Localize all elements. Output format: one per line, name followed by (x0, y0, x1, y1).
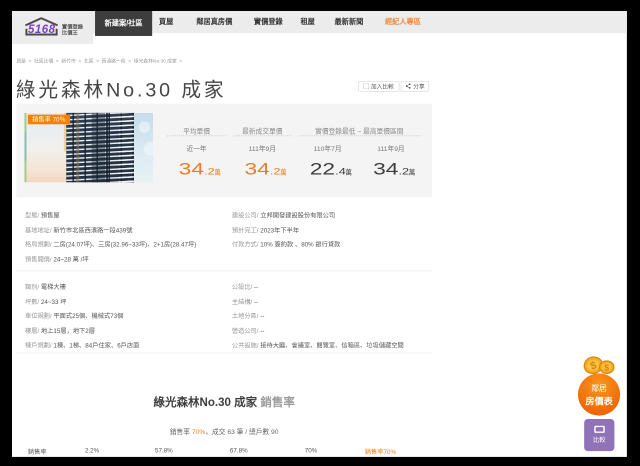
svg-text:$: $ (604, 363, 609, 373)
